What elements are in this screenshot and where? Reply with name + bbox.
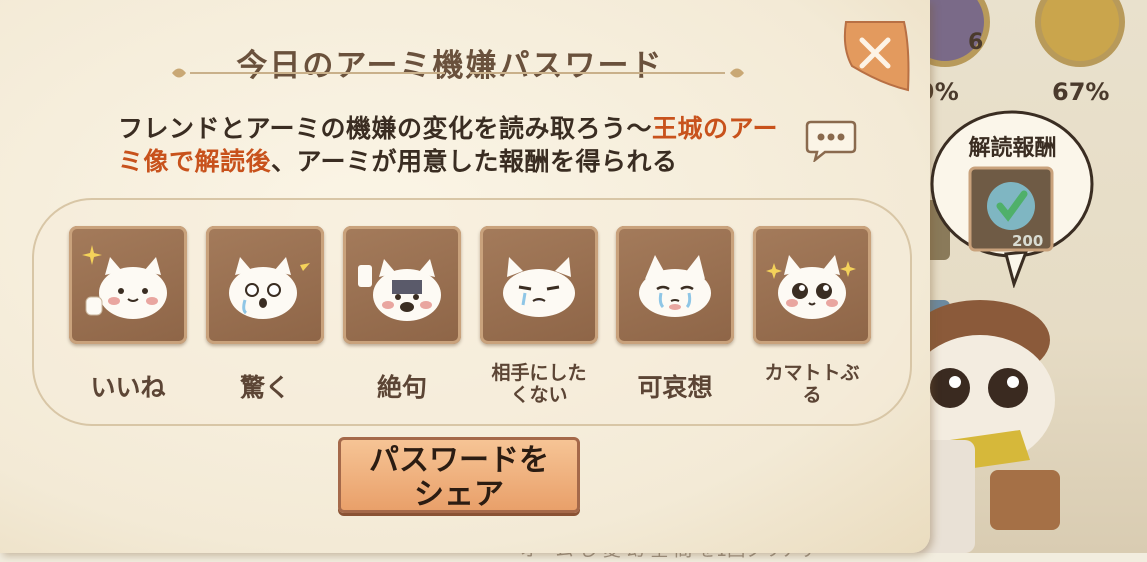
- surprised-cat-icon: [229, 255, 310, 319]
- title-divider-left: [190, 72, 445, 74]
- emote-label-speechless: 絶句: [376, 373, 427, 402]
- speechless-cat-icon: [358, 259, 441, 321]
- ignore-cat-icon: [503, 257, 575, 317]
- emote-label-thumbs-up: いいね: [90, 373, 166, 402]
- background-percent-right: 67%: [1052, 78, 1110, 106]
- dialog-title: 今日のアーミ機嫌パスワード: [236, 48, 664, 84]
- dialog-description: フレンドとアーミの機嫌の変化を読み取ろう～王城のアーミ像で解読後、アーミが用意し…: [118, 112, 798, 178]
- emote-label-sparkle-line2: る: [802, 384, 822, 406]
- emote-thumbs-up-cat[interactable]: [69, 226, 187, 344]
- emote-label-sparkle-eyes: カマトトぶ る: [742, 362, 882, 406]
- emote-label-ignore: 相手にした くない: [469, 362, 609, 406]
- emote-surprised-cat[interactable]: [206, 226, 324, 344]
- emote-ignore-cat[interactable]: [480, 226, 598, 344]
- emote-pitiful-cat[interactable]: [616, 226, 734, 344]
- chat-bubble-icon[interactable]: [805, 118, 857, 162]
- emote-label-sparkle-line1: カマトトぶ: [764, 362, 860, 384]
- leaf-icon: [172, 68, 186, 78]
- share-password-button[interactable]: パスワードを シェア: [338, 437, 580, 513]
- share-button-line2: シェア: [414, 477, 504, 512]
- emote-label-pitiful: 可哀想: [637, 373, 713, 402]
- description-text: フレンドとアーミの機嫌の変化を読み取ろう～: [118, 114, 653, 143]
- background-count: 6: [968, 30, 984, 55]
- emote-speechless-cat[interactable]: [343, 226, 461, 344]
- share-button-line1: パスワードを: [369, 443, 549, 478]
- reward-count: 200: [1012, 232, 1044, 250]
- emote-sparkle-eyes-cat[interactable]: [753, 226, 871, 344]
- thumbs-up-cat-icon: [82, 245, 167, 319]
- reward-title: 解読報酬: [968, 136, 1057, 161]
- leaf-icon: [730, 68, 744, 78]
- close-icon[interactable]: [842, 18, 912, 94]
- emote-label-ignore-line1: 相手にした: [491, 362, 587, 384]
- password-dialog: 今日のアーミ機嫌パスワード フレンドとアーミの機嫌の変化を読み取ろう～王城のアー…: [0, 0, 930, 553]
- title-bar: 今日のアーミ機嫌パスワード: [170, 30, 730, 100]
- emote-label-ignore-line2: くない: [510, 384, 568, 406]
- emote-label-surprised: 驚く: [239, 373, 290, 402]
- description-text-end: 、アーミが用意した報酬を得られる: [271, 147, 678, 176]
- title-divider-right: [470, 72, 725, 74]
- sparkle-eyes-cat-icon: [766, 255, 856, 319]
- pitiful-cat-icon: [639, 255, 711, 317]
